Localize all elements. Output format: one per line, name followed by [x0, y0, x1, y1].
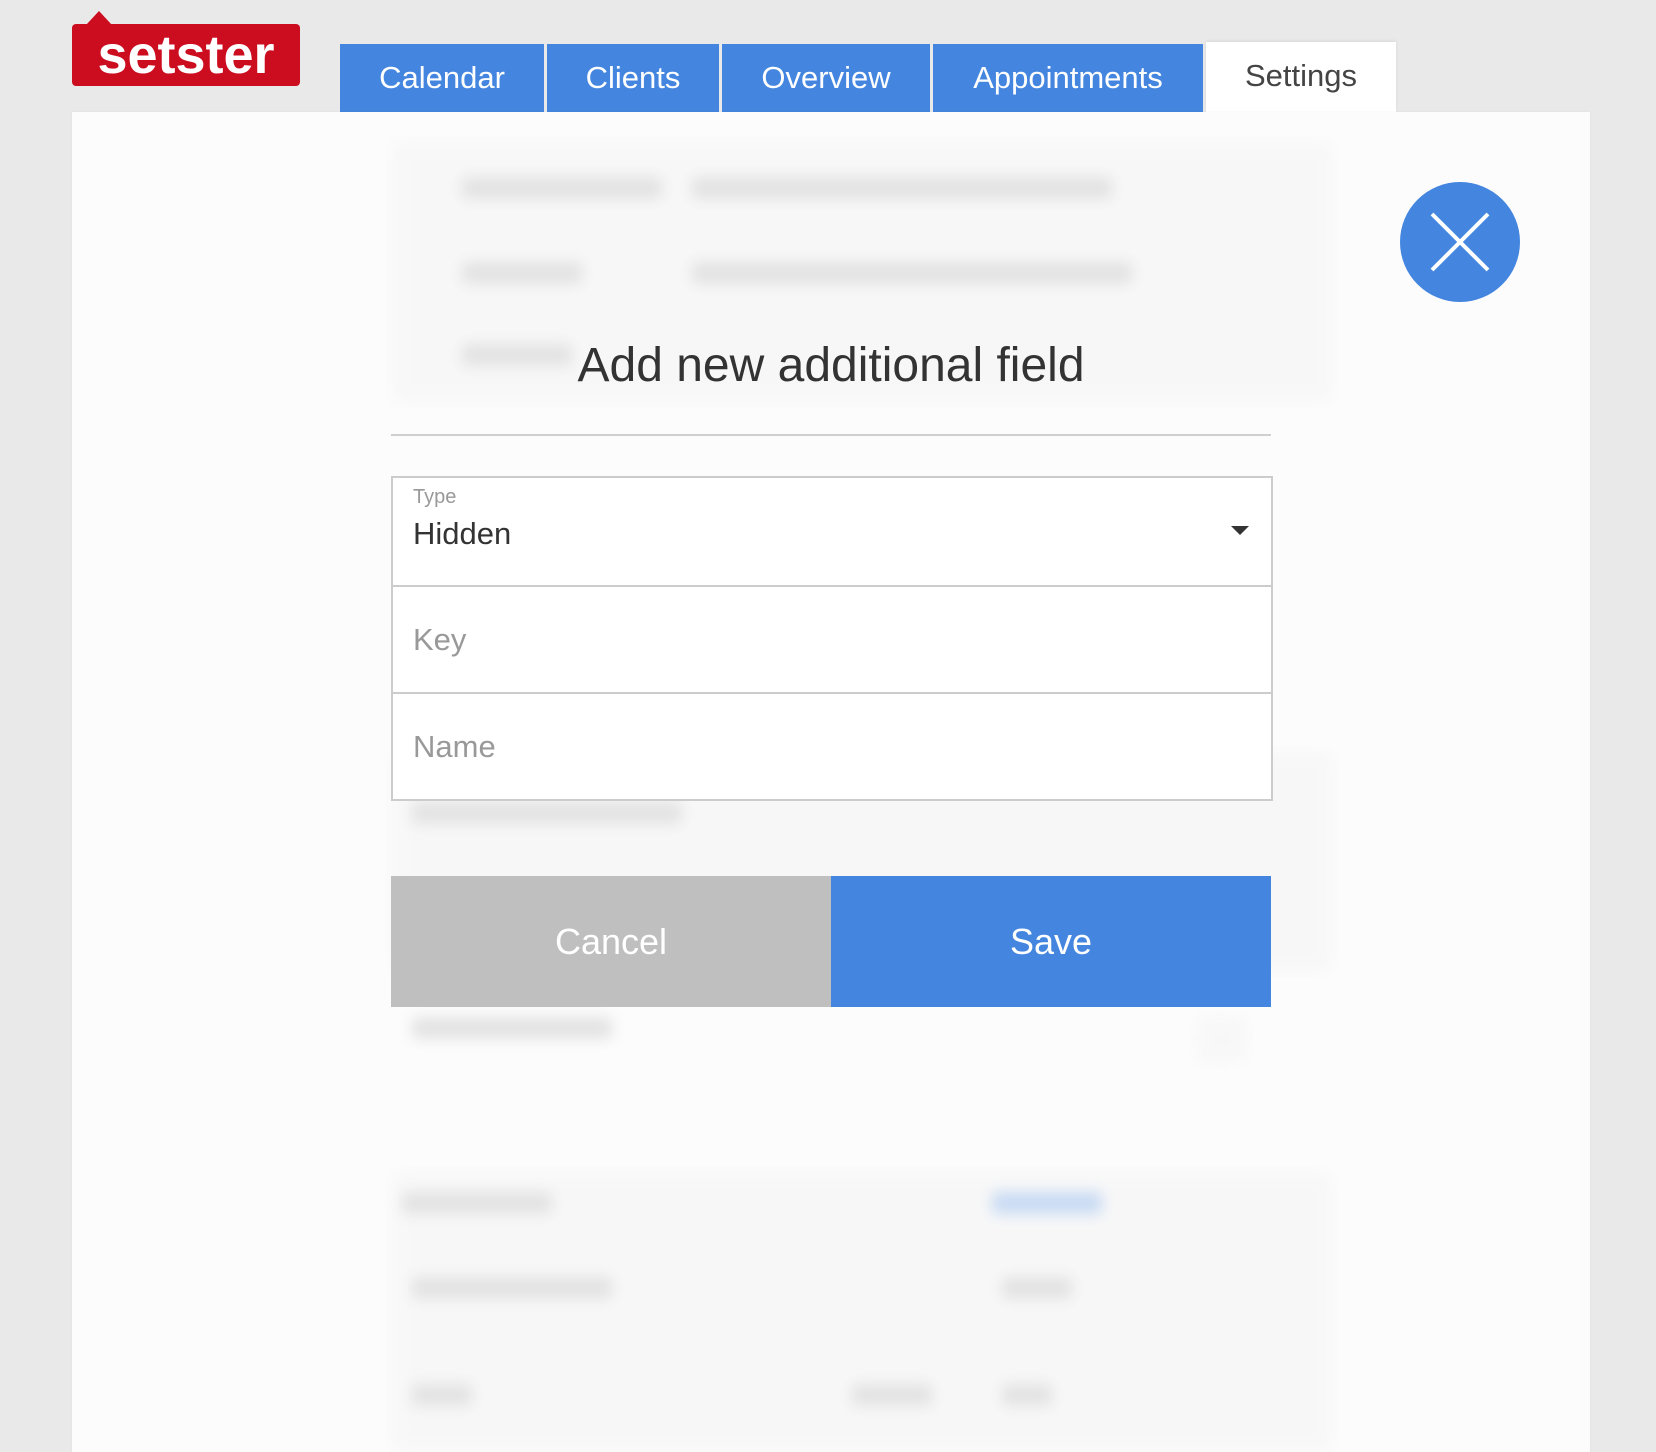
name-input[interactable] [393, 694, 1271, 799]
dialog-actions: Cancel Save [391, 876, 1271, 1007]
dialog-divider [391, 434, 1271, 436]
tab-settings[interactable]: Settings [1206, 42, 1396, 112]
type-select[interactable]: Type Hidden [393, 478, 1271, 585]
setster-logo[interactable]: setster [72, 11, 300, 86]
additional-field-form: Type Hidden [391, 476, 1273, 801]
close-dialog-button[interactable] [1400, 182, 1520, 302]
close-icon [1430, 212, 1490, 272]
name-field-wrapper [393, 692, 1271, 799]
key-input[interactable] [393, 587, 1271, 692]
tab-overview[interactable]: Overview [722, 44, 930, 112]
chevron-down-icon [1231, 526, 1249, 535]
tab-calendar[interactable]: Calendar [340, 44, 544, 112]
cancel-button[interactable]: Cancel [391, 876, 831, 1007]
key-field-wrapper [393, 585, 1271, 692]
type-label: Type [413, 486, 457, 508]
dialog-title: Add new additional field [577, 339, 1085, 392]
type-value: Hidden [413, 516, 512, 551]
save-button[interactable]: Save [831, 876, 1271, 1007]
tab-appointments[interactable]: Appointments [933, 44, 1203, 112]
tab-clients[interactable]: Clients [547, 44, 719, 112]
